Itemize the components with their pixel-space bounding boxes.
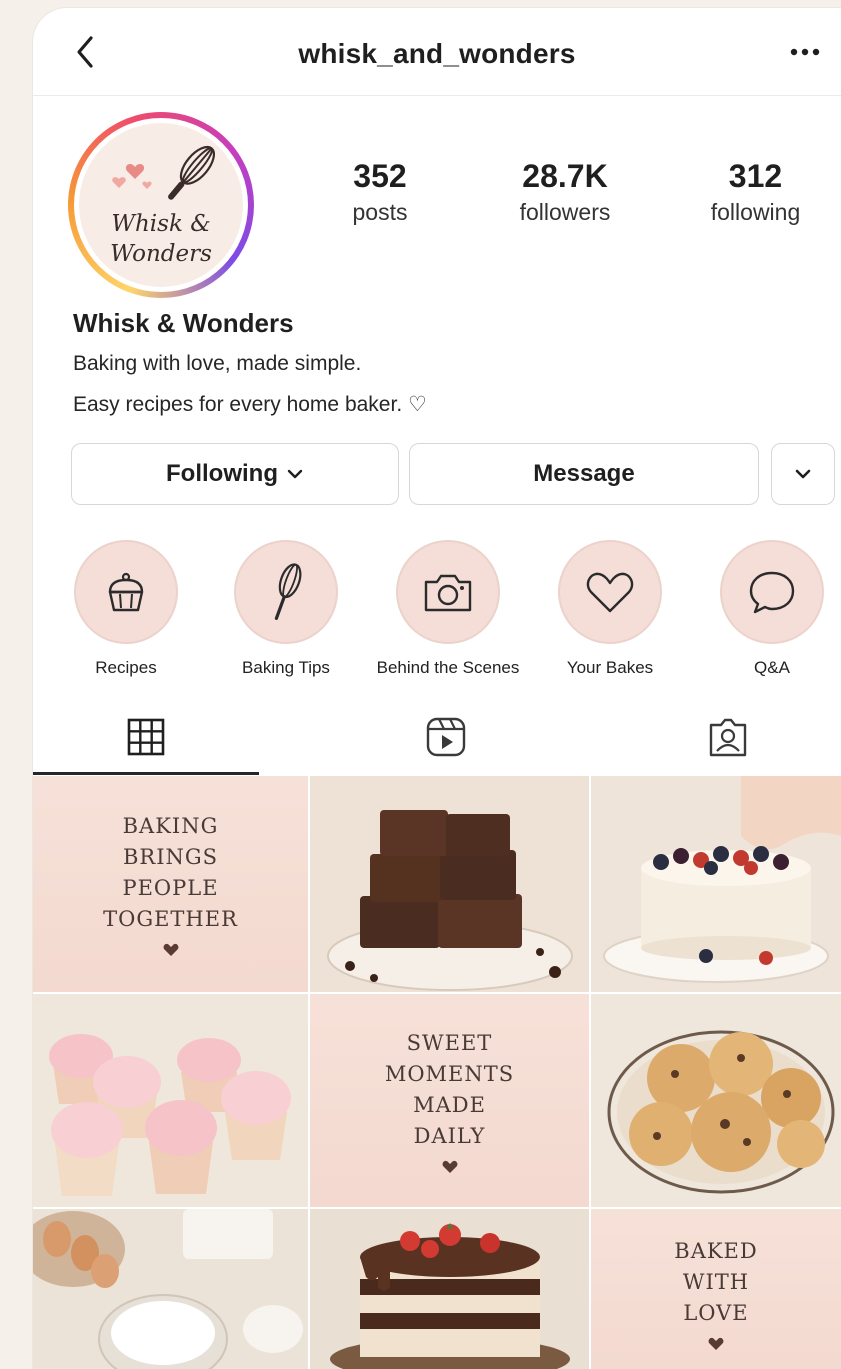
- brownies-image: [310, 776, 589, 992]
- following-count: 312: [728, 158, 783, 194]
- brand-logo: Whisk & Wonders: [79, 123, 243, 287]
- quote-line: BRINGS: [122, 845, 219, 869]
- profile-screen: whisk_and_wonders Whisk & Wonders 352 po…: [33, 8, 841, 1369]
- highlight-behind-the-scenes[interactable]: Behind the Scenes: [373, 540, 523, 678]
- content-tabs: [33, 698, 841, 776]
- active-tab-indicator: [33, 772, 259, 775]
- highlight-qa[interactable]: Q&A: [697, 540, 841, 678]
- tab-posts-grid[interactable]: [33, 698, 259, 776]
- quote-line: TOGETHER: [103, 907, 238, 931]
- message-button[interactable]: Message: [409, 443, 759, 505]
- highlight-label: Q&A: [754, 658, 790, 677]
- top-bar: whisk_and_wonders: [33, 8, 841, 96]
- posts-count: 352: [353, 158, 407, 194]
- post-baking-ingredients-photo[interactable]: [33, 1209, 308, 1369]
- svg-text:Whisk &: Whisk &: [111, 211, 210, 237]
- quote-line: PEOPLE: [122, 876, 219, 900]
- chevron-down-icon: [795, 469, 811, 479]
- grid-icon: [127, 718, 165, 756]
- highlight-your-bakes[interactable]: Your Bakes: [535, 540, 685, 678]
- quote-line: SWEET: [406, 1030, 493, 1055]
- more-horizontal-icon: [790, 48, 820, 56]
- cupcakes-image: [33, 994, 308, 1207]
- heart-icon: [163, 943, 178, 956]
- berry-cake-image: [591, 776, 841, 992]
- bio-line: Easy recipes for every home baker. ♡: [73, 393, 427, 416]
- post-cookies-photo[interactable]: [591, 994, 841, 1207]
- posts-grid: BAKING BRINGS PEOPLE TOGETHER SWEET MOME…: [33, 776, 841, 1369]
- chocolate-cake-image: [310, 1209, 589, 1369]
- heart-icon: [442, 1160, 457, 1173]
- highlight-label: Your Bakes: [566, 658, 654, 677]
- highlight-baking-tips[interactable]: Baking Tips: [211, 540, 361, 678]
- quote-line: DAILY: [413, 1123, 486, 1148]
- post-quote-sweet-moments[interactable]: SWEET MOMENTS MADE DAILY: [310, 994, 589, 1207]
- quote-line: MADE: [413, 1092, 486, 1117]
- quote-line: LOVE: [683, 1300, 749, 1325]
- whisk-icon: [274, 563, 302, 620]
- profile-avatar[interactable]: Whisk & Wonders: [68, 112, 254, 298]
- following-button[interactable]: Following: [71, 443, 399, 505]
- tab-reels[interactable]: [333, 698, 559, 776]
- post-quote-baking-together[interactable]: BAKING BRINGS PEOPLE TOGETHER: [33, 776, 308, 992]
- followers-label: followers: [519, 199, 611, 225]
- post-brownies-photo[interactable]: [310, 776, 589, 992]
- suggested-accounts-button[interactable]: [771, 443, 835, 505]
- reels-icon: [426, 717, 466, 757]
- highlight-label: Recipes: [95, 658, 157, 677]
- profile-username: whisk_and_wonders: [298, 38, 576, 69]
- more-options-button[interactable]: [783, 30, 827, 74]
- post-berry-cake-photo[interactable]: [591, 776, 841, 992]
- quote-line: WITH: [682, 1269, 750, 1294]
- highlight-recipes[interactable]: Recipes: [51, 540, 201, 678]
- ingredients-image: [33, 1209, 308, 1369]
- following-button-label: Following: [166, 460, 278, 487]
- highlight-label: Baking Tips: [242, 658, 330, 677]
- camera-icon: [424, 574, 472, 612]
- stat-followers[interactable]: 28.7K followers: [495, 158, 635, 226]
- stat-following[interactable]: 312 following: [693, 158, 818, 226]
- following-label: following: [710, 199, 801, 225]
- display-name: Whisk & Wonders: [73, 308, 294, 338]
- post-quote-baked-with-love[interactable]: BAKED WITH LOVE: [591, 1209, 841, 1369]
- heart-icon: [586, 572, 634, 613]
- highlight-label: Behind the Scenes: [376, 658, 520, 677]
- heart-icon: [708, 1337, 724, 1350]
- quote-line: MOMENTS: [384, 1061, 515, 1086]
- post-cupcakes-photo[interactable]: [33, 994, 308, 1207]
- cupcake-icon: [108, 572, 144, 612]
- tagged-icon: [709, 718, 747, 757]
- stat-posts[interactable]: 352 posts: [330, 158, 430, 226]
- post-chocolate-cake-photo[interactable]: [310, 1209, 589, 1369]
- cookies-image: [591, 994, 841, 1207]
- svg-text:Wonders: Wonders: [110, 241, 212, 267]
- bio-line: Baking with love, made simple.: [73, 352, 362, 375]
- tab-tagged[interactable]: [615, 698, 841, 776]
- followers-count: 28.7K: [522, 158, 608, 194]
- chat-bubble-icon: [749, 571, 795, 614]
- quote-line: BAKED: [674, 1238, 758, 1263]
- chevron-down-icon: [287, 469, 303, 479]
- message-button-label: Message: [533, 460, 635, 487]
- posts-label: posts: [352, 199, 408, 225]
- quote-line: BAKING: [122, 814, 219, 838]
- whisk-logo-icon: Whisk & Wonders: [110, 145, 215, 267]
